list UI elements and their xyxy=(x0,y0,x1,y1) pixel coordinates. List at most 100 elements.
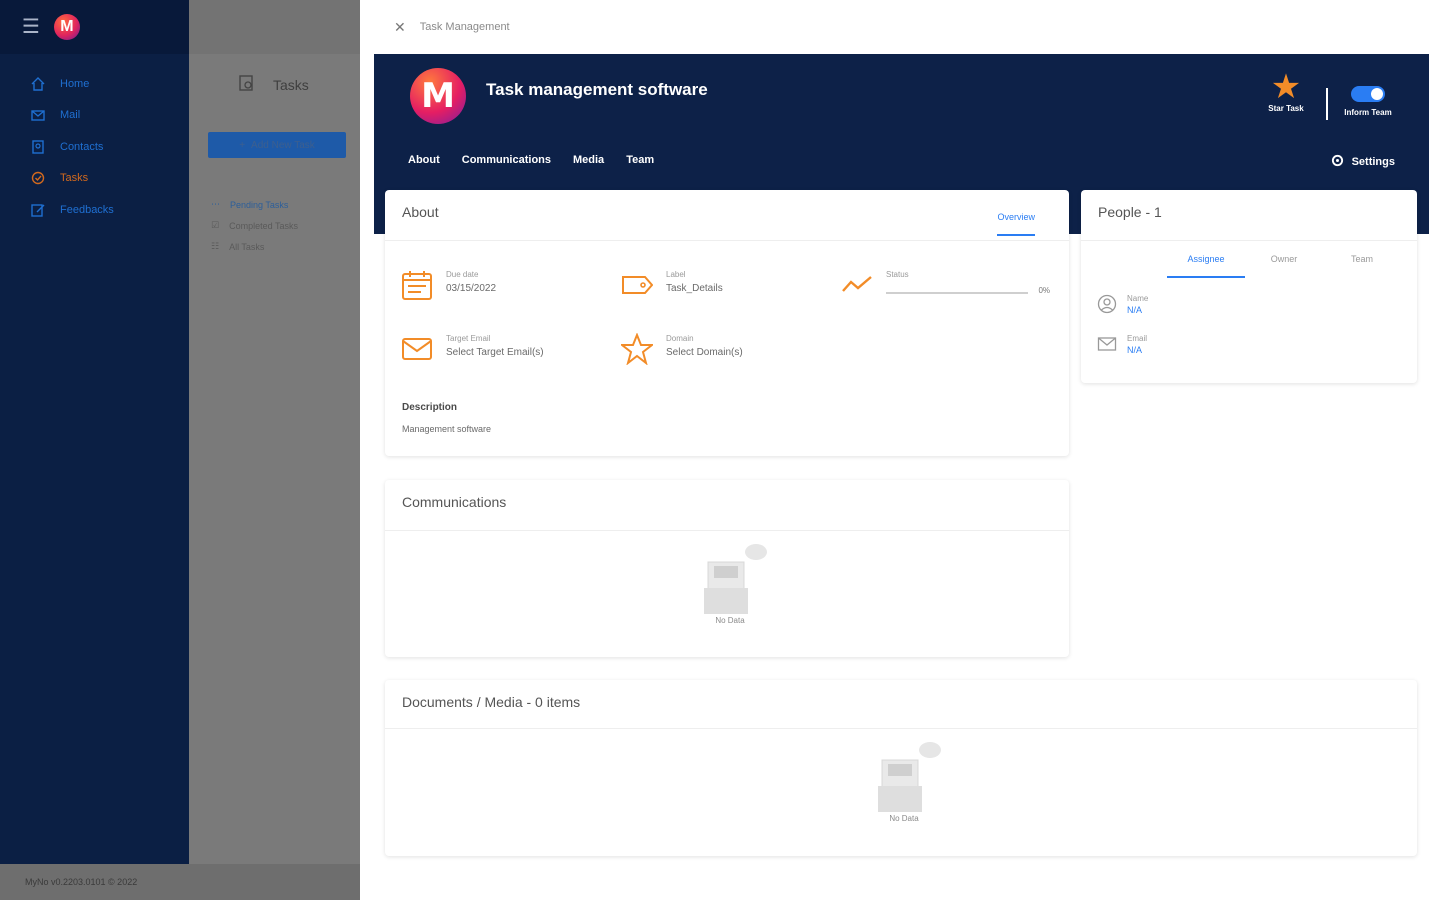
tasks-panel-title: Tasks xyxy=(237,74,309,95)
sidebar-item-contacts[interactable]: Contacts xyxy=(0,131,189,163)
divider xyxy=(1326,88,1328,120)
task-title: Task management software xyxy=(486,80,708,99)
sidebar-item-label: Tasks xyxy=(60,172,89,185)
field-value: Select Target Email(s) xyxy=(446,347,544,358)
settings-label: Settings xyxy=(1351,156,1395,168)
field-label: Domain xyxy=(666,334,694,343)
tab-owner[interactable]: Owner xyxy=(1245,254,1323,278)
tasks-panel: Tasks + Add New Task ⋯ Pending Tasks ☑ C… xyxy=(189,0,360,864)
divider xyxy=(385,728,1417,729)
sidebar-item-label: Mail xyxy=(60,109,81,122)
drawer-header: ✕ Task Management xyxy=(360,0,1440,54)
filter-completed[interactable]: ☑ Completed Tasks xyxy=(211,215,298,236)
list-icon: ☷ xyxy=(211,241,220,251)
task-filter-list: ⋯ Pending Tasks ☑ Completed Tasks ☷ All … xyxy=(211,194,298,257)
due-date-field[interactable]: Due date 03/15/2022 xyxy=(400,268,496,302)
field-value: N/A xyxy=(1127,345,1143,355)
plus-icon: + xyxy=(239,139,246,151)
menu-icon[interactable]: ☰ xyxy=(22,17,40,37)
card-title: Documents / Media - 0 items xyxy=(402,694,581,710)
inform-team-toggle[interactable]: Inform Team xyxy=(1338,86,1398,117)
empty-label: No Data xyxy=(715,616,745,625)
checkbox-icon: ☑ xyxy=(211,220,220,230)
empty-label: No Data xyxy=(889,814,919,823)
tab-about[interactable]: About xyxy=(408,154,440,166)
divider xyxy=(1081,240,1417,241)
status-percent: 0% xyxy=(1038,286,1051,296)
add-task-button[interactable]: + Add New Task xyxy=(208,132,346,158)
close-icon[interactable]: ✕ xyxy=(394,19,406,36)
domain-field[interactable]: Domain Select Domain(s) xyxy=(620,332,743,366)
page-title: Tasks xyxy=(273,76,309,93)
field-value: Task_Details xyxy=(666,283,723,294)
sidebar: ☰ M Home Mail Contacts Tasks Feedbacks xyxy=(0,0,189,864)
communications-card: Communications No Data xyxy=(385,480,1069,657)
assignee-email-field: Email N/A xyxy=(1097,334,1147,359)
description-label: Description xyxy=(402,402,458,413)
sidebar-item-mail[interactable]: Mail xyxy=(0,100,189,132)
field-label: Email xyxy=(1127,334,1148,343)
star-icon: ★ xyxy=(1270,68,1302,106)
task-drawer: ✕ Task Management M Task management soft… xyxy=(360,0,1440,900)
filter-label: All Tasks xyxy=(229,241,265,252)
app-logo: M xyxy=(53,14,80,40)
field-label: Name xyxy=(1127,294,1149,303)
field-label: Due date xyxy=(446,270,479,279)
mail-icon xyxy=(1097,334,1117,359)
empty-state: No Data xyxy=(859,740,949,823)
inbox-empty-icon xyxy=(878,742,941,812)
field-value: N/A xyxy=(1127,305,1143,315)
star-task-button[interactable]: ★ Star Task xyxy=(1262,70,1310,113)
tab-media[interactable]: Media xyxy=(573,154,604,166)
people-card: People - 1 Assignee Owner Team Name N/A … xyxy=(1081,190,1417,383)
empty-state: No Data xyxy=(685,542,775,625)
card-title: People - 1 xyxy=(1098,204,1162,220)
star-task-label: Star Task xyxy=(1268,104,1304,113)
feedback-icon xyxy=(30,202,46,218)
filter-label: Pending Tasks xyxy=(230,199,289,210)
sidebar-item-home[interactable]: Home xyxy=(0,68,189,100)
settings-button[interactable]: Settings xyxy=(1331,154,1395,170)
version-footer: MyNo v0.2203.0101 © 2022 xyxy=(0,864,360,900)
tasks-panel-header xyxy=(189,0,360,54)
status-field: Status 0% xyxy=(840,268,1050,302)
field-label: Label xyxy=(666,270,686,279)
contacts-icon xyxy=(30,139,46,155)
toggle-switch[interactable] xyxy=(1351,86,1385,102)
sidebar-item-label: Feedbacks xyxy=(60,203,114,216)
divider xyxy=(385,240,1069,241)
tab-communications[interactable]: Communications xyxy=(462,154,551,166)
description-value: Management software xyxy=(402,424,492,434)
inform-team-label: Inform Team xyxy=(1344,108,1392,117)
target-email-field[interactable]: Target Email Select Target Email(s) xyxy=(400,332,544,366)
tasks-icon xyxy=(237,74,255,95)
gear-icon xyxy=(1331,154,1344,170)
label-field[interactable]: Label Task_Details xyxy=(620,268,723,302)
calendar-icon xyxy=(400,268,434,302)
divider xyxy=(385,530,1069,531)
inbox-empty-icon xyxy=(704,544,767,614)
about-card: About Overview Due date 03/15/2022 Label… xyxy=(385,190,1069,456)
sidebar-item-tasks[interactable]: Tasks xyxy=(0,163,189,195)
filter-all[interactable]: ☷ All Tasks xyxy=(211,236,298,257)
field-label: Status xyxy=(886,270,909,279)
mail-icon xyxy=(30,107,46,123)
field-label: Target Email xyxy=(446,334,491,343)
mail-icon xyxy=(400,332,434,366)
add-task-button-label: Add New Task xyxy=(251,139,315,151)
card-title: Communications xyxy=(402,494,507,510)
tab-overview[interactable]: Overview xyxy=(997,212,1035,236)
sidebar-item-label: Contacts xyxy=(60,140,104,153)
tab-team[interactable]: Team xyxy=(1323,254,1401,278)
tab-assignee[interactable]: Assignee xyxy=(1167,254,1245,278)
assignee-name-field: Name N/A xyxy=(1097,294,1148,319)
task-tabs: About Communications Media Team xyxy=(408,154,654,166)
tab-team[interactable]: Team xyxy=(626,154,654,166)
field-value: 03/15/2022 xyxy=(446,283,497,294)
sidebar-nav: Home Mail Contacts Tasks Feedbacks xyxy=(0,54,189,226)
breadcrumb: Task Management xyxy=(419,21,510,33)
card-title: About xyxy=(402,204,439,220)
sidebar-item-feedbacks[interactable]: Feedbacks xyxy=(0,194,189,226)
filter-pending[interactable]: ⋯ Pending Tasks xyxy=(211,194,298,215)
sidebar-item-label: Home xyxy=(60,77,90,90)
